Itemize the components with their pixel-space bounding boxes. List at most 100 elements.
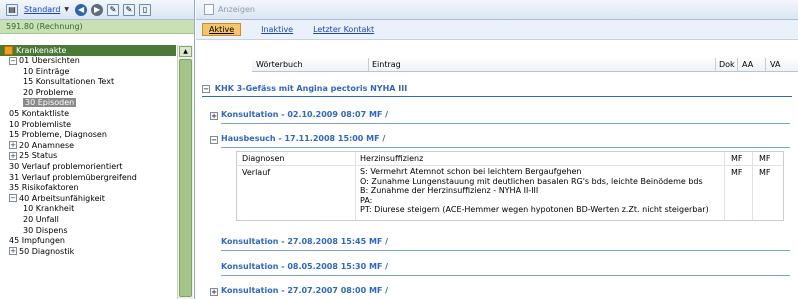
entry-label: Konsultation - 08.05.2008 15:30 MF / [221,262,389,271]
tab-aktive[interactable]: Aktive [202,23,242,36]
entry-3[interactable]: Konsultation - 08.05.2008 15:30 MF / [221,261,790,276]
tree-item[interactable]: −40 Arbeitsunfähigkeit [0,194,176,205]
tree-item-label: 25 Status [19,151,58,161]
tree-item-label: 15 Konsultationen Text [23,77,115,87]
tree-item-label: 40 Arbeitsunfähigkeit [19,193,105,203]
tree-item-label: 30 Dispens [23,225,68,235]
entry-0[interactable]: + Konsultation - 02.10.2009 08:07 MF / [210,109,790,124]
expand-icon[interactable]: + [210,288,218,296]
view-icon[interactable]: ▤ [6,3,18,16]
collapse-icon[interactable]: − [202,84,210,93]
expand-icon[interactable]: + [210,112,218,120]
text-line: PA: [360,195,373,205]
tree-root-label: Krankenakte [16,46,67,55]
tree-item-label: 01 Übersichten [19,56,80,65]
tree-item-label: 30 Episoden [23,98,77,108]
text-line: PT: Diurese steigern (ACE-Hemmer wegen h… [360,205,709,214]
tree-item[interactable]: 30 Dispens [0,226,176,237]
tool-icon[interactable]: ✎ [107,3,120,16]
entry-label: Konsultation - 27.07.2007 08:00 MF / [221,286,389,295]
episode-list: − KHK 3-Gefäss mit Angina pectoris NYHA … [196,78,798,299]
col-aa[interactable]: AA [742,60,753,69]
left-toolbar: ▤ Standard ▼ ◀ ▶ ✎ ✎ ▯ [0,0,194,20]
tree-item[interactable]: 45 Impfungen [0,236,176,247]
document-icon[interactable]: ▯ [139,3,152,16]
entry-4[interactable]: + Konsultation - 27.07.2007 08:00 MF / [210,285,790,297]
collapse-icon[interactable]: − [210,136,218,144]
text-line: O: Zunahme Lungenstauung mit deutlichen … [360,176,703,186]
episode-title[interactable]: − KHK 3-Gefäss mit Angina pectoris NYHA … [202,83,792,97]
record-tree: Krankenakte −01 Übersichten 10 Einträge 15… [0,45,176,299]
entry-2[interactable]: Konsultation - 27.08.2008 15:45 MF / [221,236,790,251]
entry-detail-table: Diagnosen Herzinsuffizienz MF MF Verlauf… [236,151,784,221]
entry-label: Konsultation - 02.10.2009 08:07 MF / [221,110,389,119]
standard-dropdown[interactable]: Standard [24,5,60,14]
table-row[interactable]: Diagnosen Herzinsuffizienz MF MF [237,152,783,166]
text-line: B: Zunahme der Herzinsuffizienz - NYHA I… [360,186,539,195]
row-aa: MF [731,154,743,163]
tree-item[interactable]: +50 Diagnostik [0,247,176,258]
tree-item[interactable]: 31 Verlauf problemübergreifend [0,173,176,184]
collapse-icon[interactable]: − [9,194,17,203]
tree-item[interactable]: 05 Kontaktliste [0,109,176,120]
verlauf-text: S: Vermehrt Atemnot schon bei leichtem B… [360,167,709,215]
tree-item[interactable]: 10 Krankheit [0,204,176,215]
tree-item[interactable]: +20 Anamnese [0,141,176,152]
col-eintrag[interactable]: Eintrag [372,60,401,69]
episode-title-text: KHK 3-Gefäss mit Angina pectoris NYHA II… [214,84,408,93]
column-header: Wörterbuch Eintrag Dok AA VA [252,58,798,72]
anzeigen-button[interactable]: Anzeigen [218,5,255,14]
chevron-down-icon[interactable]: ▼ [64,6,69,13]
tree-scrollbar[interactable]: ▲ [177,45,193,299]
tree-item[interactable]: 30 Episoden [0,98,176,109]
table-row[interactable]: Verlauf S: Vermehrt Atemnot schon bei le… [237,166,783,220]
collapse-icon[interactable]: − [9,56,17,65]
account-balance: 591.80 (Rechnung) [0,20,194,34]
row-label: Diagnosen [242,154,285,163]
tree-item-label: 31 Verlauf problemübergreifend [9,172,137,182]
col-woerterbuch[interactable]: Wörterbuch [256,60,303,69]
entry-1[interactable]: − Hausbesuch - 17.11.2008 15:00 MF / [210,133,790,148]
entry-label: Konsultation - 27.08.2008 15:45 MF / [221,237,389,246]
tab-inaktive[interactable]: Inaktive [261,25,293,34]
tree-item[interactable]: 20 Unfall [0,215,176,226]
tree-item[interactable]: 35 Risikofaktoren [0,183,176,194]
row-aa: MF [731,168,743,177]
entry-label: Hausbesuch - 17.11.2008 15:00 MF / [221,134,386,143]
row-va: MF [759,154,771,163]
tree-item[interactable]: 15 Konsultationen Text [0,77,176,88]
tree-item[interactable]: 15 Probleme, Diagnosen [0,130,176,141]
scroll-up-icon[interactable]: ▲ [179,46,192,57]
col-dok[interactable]: Dok [719,60,735,69]
tree-item[interactable]: 10 Einträge [0,67,176,78]
expand-icon[interactable]: + [9,151,17,160]
tree-item-label: 10 Krankheit [23,204,75,214]
episode-tabs: Aktive Inaktive Letzter Kontakt [196,20,798,40]
text-line: S: Vermehrt Atemnot schon bei leichtem B… [360,167,582,176]
back-icon[interactable]: ◀ [75,3,88,16]
tree-root[interactable]: Krankenakte [0,45,176,56]
tree-item-label: 10 Problemliste [9,119,72,129]
tree-item[interactable]: 10 Problemliste [0,120,176,131]
tree-item[interactable]: 20 Probleme [0,88,176,99]
tree-item[interactable]: 30 Verlauf problemorientiert [0,162,176,173]
expand-icon[interactable]: + [9,141,17,150]
tree-item-label: 45 Impfungen [9,236,65,246]
edit-icon[interactable]: ✎ [123,3,136,16]
tree-item-label: 10 Einträge [23,66,70,76]
row-label: Verlauf [242,168,271,177]
forward-icon[interactable]: ▶ [91,3,104,16]
scroll-thumb[interactable] [179,59,192,297]
tree-item-label: 20 Unfall [23,214,59,224]
tree-item[interactable]: +25 Status [0,151,176,162]
col-va[interactable]: VA [770,60,780,69]
navigation-pane: ▤ Standard ▼ ◀ ▶ ✎ ✎ ▯ 591.80 (Rechnung)… [0,0,195,299]
tree-item-label: 15 Probleme, Diagnosen [9,130,107,140]
tab-letzter-kontakt[interactable]: Letzter Kontakt [313,25,374,34]
tree-item[interactable]: −01 Übersichten [0,56,176,67]
content-pane: Anzeigen Aktive Inaktive Letzter Kontakt… [196,0,798,299]
expand-icon[interactable]: + [9,247,17,256]
tree-item-label: 35 Risikofaktoren [9,183,79,193]
row-va: MF [759,168,771,177]
tree-item-label: 20 Anamnese [19,140,75,150]
